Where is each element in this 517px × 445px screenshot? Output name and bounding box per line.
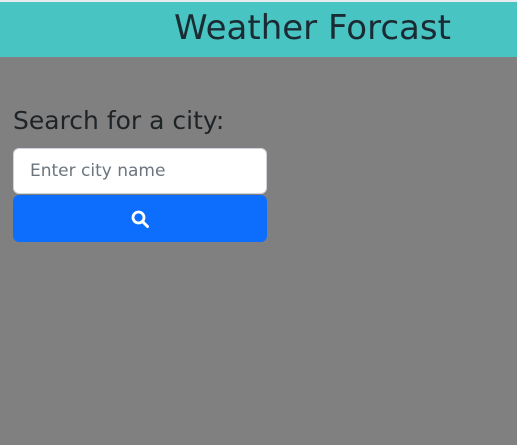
page-title: Weather Forcast <box>174 8 451 48</box>
search-button[interactable] <box>13 195 267 242</box>
app-header: Weather Forcast <box>0 2 517 57</box>
app-page: Weather Forcast Search for a city: <box>0 0 517 445</box>
search-icon <box>131 210 149 228</box>
city-search-input[interactable] <box>13 148 267 194</box>
search-label: Search for a city: <box>13 106 225 135</box>
